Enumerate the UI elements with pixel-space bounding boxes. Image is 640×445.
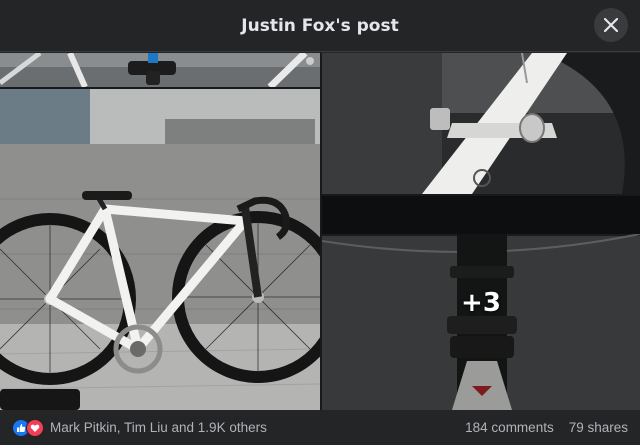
photo-grid: +3 (0, 53, 640, 410)
love-reaction-icon (26, 418, 44, 437)
more-photos-count: +3 (461, 288, 501, 318)
comments-count[interactable]: 184 comments (465, 420, 554, 435)
more-photos-overlay[interactable]: +3 (322, 196, 640, 410)
photo-white-road-bike (0, 89, 320, 410)
reactions-summary[interactable]: Mark Pitkin, Tim Liu and 1.9K others (50, 420, 267, 435)
photo-tile-2[interactable] (0, 89, 320, 410)
photo-tile-4[interactable]: +3 (322, 196, 640, 410)
post-footer: Mark Pitkin, Tim Liu and 1.9K others 184… (0, 410, 640, 445)
post-title: Justin Fox's post (241, 15, 399, 36)
close-button[interactable] (594, 8, 628, 42)
photo-bike-stand (0, 53, 320, 87)
reaction-icons[interactable] (12, 418, 44, 437)
close-icon (604, 18, 618, 32)
shares-count[interactable]: 79 shares (569, 420, 628, 435)
photo-tile-1[interactable] (0, 53, 320, 87)
photo-tile-3[interactable] (322, 53, 640, 194)
post-viewer-header: Justin Fox's post (0, 0, 640, 52)
photo-brake-closeup (322, 53, 640, 194)
post-stats: 184 comments 79 shares (465, 420, 628, 435)
